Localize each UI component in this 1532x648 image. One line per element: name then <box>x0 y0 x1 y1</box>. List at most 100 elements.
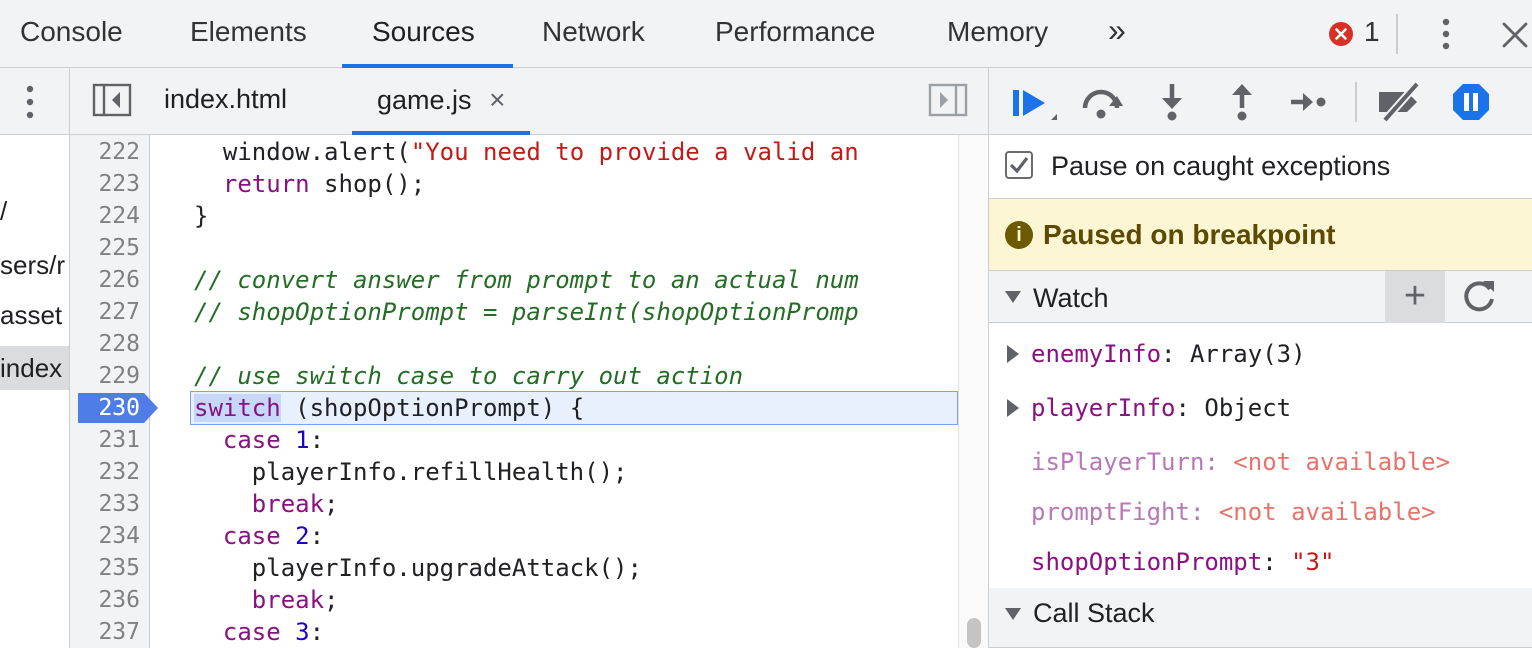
code-line[interactable]: } <box>194 200 208 232</box>
code-line[interactable]: playerInfo.refillHealth(); <box>194 456 628 488</box>
tab-elements[interactable]: Elements <box>190 16 307 48</box>
refresh-icon[interactable] <box>1459 277 1499 317</box>
code-line[interactable]: case 3: <box>194 616 324 648</box>
code-token: playerInfo.upgradeAttack(); <box>194 554 642 582</box>
info-icon: i <box>1005 221 1033 249</box>
expand-triangle-icon[interactable] <box>1007 345 1019 363</box>
watch-name: shopOptionPrompt <box>1031 548 1263 576</box>
tree-item-users[interactable]: sers/r <box>0 250 69 290</box>
add-watch-button[interactable]: + <box>1385 271 1445 323</box>
watch-expression: enemyInfo: Array(3) <box>1031 340 1306 368</box>
sidebar-right-toggle-icon[interactable] <box>928 82 968 118</box>
step-icon[interactable] <box>1289 82 1329 122</box>
code-line[interactable]: window.alert("You need to provide a vali… <box>194 136 859 168</box>
step-out-icon[interactable] <box>1227 82 1267 122</box>
current-line-number[interactable]: 230 <box>70 392 140 424</box>
line-number[interactable]: 225 <box>70 232 140 264</box>
code-line[interactable]: break; <box>194 584 339 616</box>
line-number[interactable]: 237 <box>70 616 140 648</box>
line-number[interactable]: 233 <box>70 488 140 520</box>
code-token: 3 <box>295 618 310 646</box>
code-token: "You need to provide a valid an <box>410 138 859 166</box>
watch-item[interactable]: isPlayerTurn: <not available> <box>989 438 1532 488</box>
watch-separator: : <box>1189 498 1219 526</box>
tab-console[interactable]: Console <box>20 16 123 48</box>
line-number[interactable]: 223 <box>70 168 140 200</box>
code-line[interactable]: case 2: <box>194 520 324 552</box>
line-number[interactable]: 234 <box>70 520 140 552</box>
line-number[interactable]: 232 <box>70 456 140 488</box>
editor-tab-index-html[interactable]: index.html <box>164 84 287 115</box>
error-count[interactable]: 1 <box>1364 16 1380 48</box>
code-token: case <box>222 522 281 550</box>
editor-tabbar: index.html game.js × <box>70 68 988 135</box>
code-token: return <box>222 170 310 198</box>
tab-network[interactable]: Network <box>542 16 645 48</box>
debugger-sidebar: Pause on caught exceptions i Paused on b… <box>988 68 1532 648</box>
tab-sources[interactable]: Sources <box>372 16 475 48</box>
tab-performance[interactable]: Performance <box>715 16 875 48</box>
more-tabs-button[interactable]: » <box>1108 12 1126 49</box>
code-token: // use switch case to carry out action <box>194 362 744 390</box>
watch-item[interactable]: shopOptionPrompt: "3" <box>989 538 1532 588</box>
line-number[interactable]: 235 <box>70 552 140 584</box>
close-tab-icon[interactable]: × <box>489 84 505 115</box>
scrollbar-thumb[interactable] <box>967 618 981 648</box>
code-token: shop(); <box>309 170 426 198</box>
collapse-triangle-icon <box>1005 291 1021 303</box>
watch-value: <not available> <box>1233 448 1451 476</box>
watch-item[interactable]: enemyInfo: Array(3) <box>989 330 1532 380</box>
line-number[interactable]: 231 <box>70 424 140 456</box>
watch-section-header[interactable]: Watch + <box>989 271 1532 323</box>
pause-on-caught-label[interactable]: Pause on caught exceptions <box>1051 151 1390 182</box>
sidebar-toggle-icon[interactable] <box>92 82 132 118</box>
code-line[interactable]: break; <box>194 488 339 520</box>
line-number[interactable]: 228 <box>70 328 140 360</box>
code-token: // convert answer from prompt to an actu… <box>194 266 859 294</box>
line-number[interactable]: 224 <box>70 200 140 232</box>
tree-item-index[interactable]: index <box>0 346 69 390</box>
line-number[interactable]: 236 <box>70 584 140 616</box>
code-line[interactable]: // convert answer from prompt to an actu… <box>194 264 859 296</box>
watch-item[interactable]: promptFight: <not available> <box>989 488 1532 538</box>
tab-memory[interactable]: Memory <box>947 16 1048 48</box>
expand-triangle-icon[interactable] <box>1007 399 1019 417</box>
watch-name: enemyInfo <box>1031 340 1162 368</box>
tree-item-root[interactable]: / <box>0 196 69 236</box>
watch-value: <not available> <box>1218 498 1436 526</box>
error-icon[interactable] <box>1328 21 1354 47</box>
editor-scrollbar[interactable] <box>958 135 988 648</box>
line-number[interactable]: 227 <box>70 296 140 328</box>
pause-on-caught-checkbox[interactable] <box>1005 151 1033 179</box>
kebab-menu-icon[interactable] <box>1430 16 1462 52</box>
debugger-toolbar <box>989 68 1532 135</box>
code-token: playerInfo.refillHealth(); <box>194 458 628 486</box>
code-line[interactable]: // use switch case to carry out action <box>194 360 743 392</box>
step-over-icon[interactable] <box>1079 82 1123 122</box>
pause-on-exceptions-icon[interactable] <box>1451 82 1491 122</box>
step-into-icon[interactable] <box>1157 82 1197 122</box>
watch-item[interactable]: playerInfo: Object <box>989 384 1532 434</box>
tree-item-assets[interactable]: asset <box>0 300 69 340</box>
line-number[interactable]: 229 <box>70 360 140 392</box>
resume-icon[interactable] <box>1011 82 1057 122</box>
watch-name: isPlayerTurn <box>1031 448 1205 476</box>
code-line[interactable]: case 1: <box>194 424 324 456</box>
navigator-menu-icon[interactable] <box>14 82 46 122</box>
watch-value: Array(3) <box>1189 340 1306 368</box>
watch-expression: playerInfo: Object <box>1031 394 1291 422</box>
code-token: window.alert( <box>194 138 411 166</box>
editor-tab-label: game.js <box>377 85 472 115</box>
close-icon[interactable] <box>1500 20 1530 50</box>
editor-tab-game-js[interactable]: game.js × <box>377 84 505 116</box>
paused-status-text: Paused on breakpoint <box>1043 219 1336 250</box>
code-line[interactable]: return shop(); <box>194 168 425 200</box>
line-number[interactable]: 222 <box>70 136 140 168</box>
code-line[interactable]: playerInfo.upgradeAttack(); <box>194 552 642 584</box>
code-line[interactable]: // shopOptionPrompt = parseInt(shopOptio… <box>194 296 859 328</box>
code-line[interactable]: switch (shopOptionPrompt) { <box>194 392 584 424</box>
line-number[interactable]: 226 <box>70 264 140 296</box>
deactivate-breakpoints-icon[interactable] <box>1377 81 1425 123</box>
callstack-section-header[interactable]: Call Stack <box>989 588 1532 648</box>
plus-icon: + <box>1403 275 1427 317</box>
